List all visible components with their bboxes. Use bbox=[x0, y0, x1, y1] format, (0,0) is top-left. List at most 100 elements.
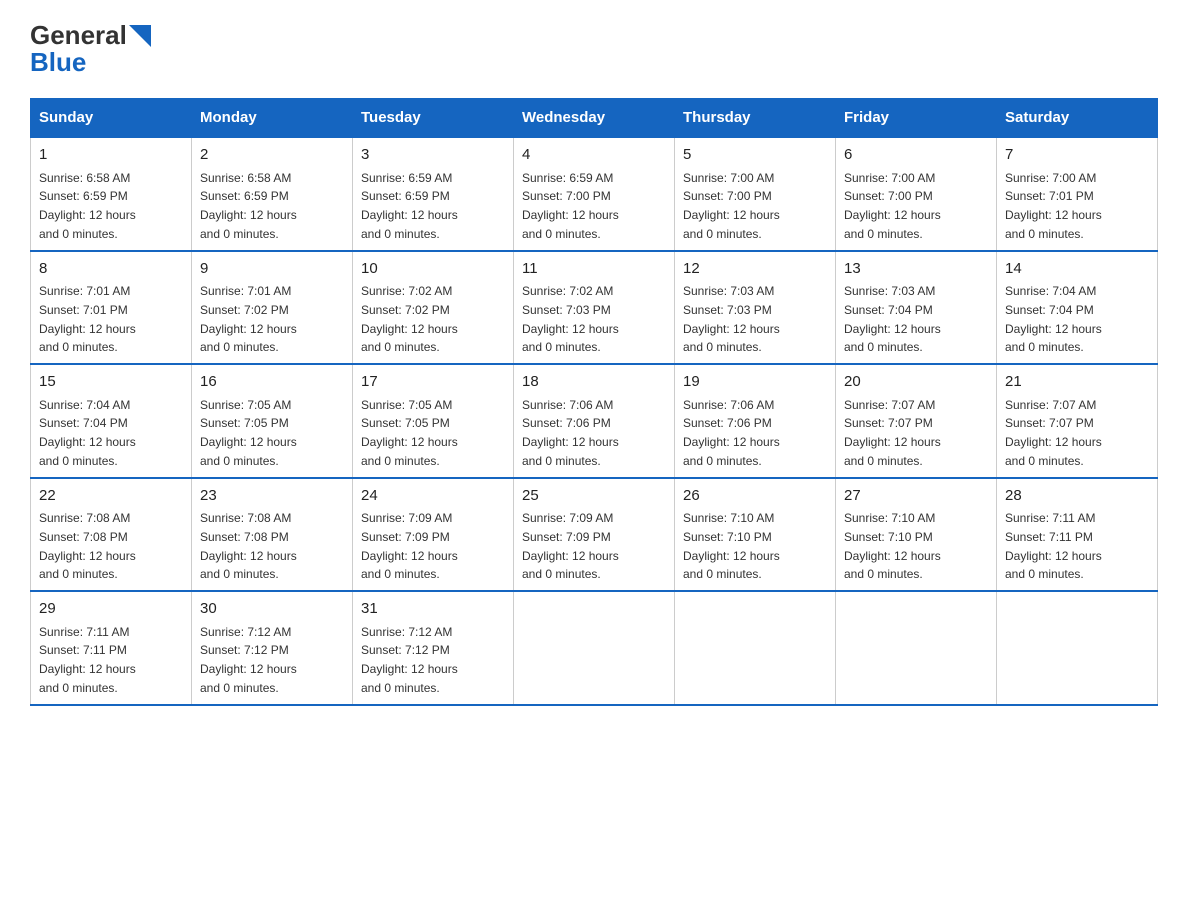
day-number: 23 bbox=[200, 485, 344, 508]
day-number: 17 bbox=[361, 371, 505, 394]
day-number: 12 bbox=[683, 258, 827, 281]
calendar-cell: 15 Sunrise: 7:04 AMSunset: 7:04 PMDayligh… bbox=[31, 364, 192, 478]
page-header: General Blue bbox=[30, 20, 1158, 78]
calendar-cell: 19 Sunrise: 7:06 AMSunset: 7:06 PMDayligh… bbox=[675, 364, 836, 478]
calendar-cell bbox=[675, 591, 836, 705]
day-number: 20 bbox=[844, 371, 988, 394]
day-info: Sunrise: 7:06 AMSunset: 7:06 PMDaylight:… bbox=[683, 398, 780, 468]
calendar-cell: 17 Sunrise: 7:05 AMSunset: 7:05 PMDayligh… bbox=[353, 364, 514, 478]
day-number: 8 bbox=[39, 258, 183, 281]
day-number: 28 bbox=[1005, 485, 1149, 508]
day-number: 1 bbox=[39, 144, 183, 167]
calendar-cell: 31 Sunrise: 7:12 AMSunset: 7:12 PMDayligh… bbox=[353, 591, 514, 705]
logo-blue-text: Blue bbox=[30, 47, 86, 78]
calendar-cell: 5 Sunrise: 7:00 AMSunset: 7:00 PMDaylight… bbox=[675, 137, 836, 251]
day-info: Sunrise: 7:05 AMSunset: 7:05 PMDaylight:… bbox=[200, 398, 297, 468]
day-info: Sunrise: 7:12 AMSunset: 7:12 PMDaylight:… bbox=[200, 625, 297, 695]
day-number: 14 bbox=[1005, 258, 1149, 281]
day-number: 15 bbox=[39, 371, 183, 394]
calendar-cell: 3 Sunrise: 6:59 AMSunset: 6:59 PMDaylight… bbox=[353, 137, 514, 251]
day-number: 4 bbox=[522, 144, 666, 167]
calendar-cell: 2 Sunrise: 6:58 AMSunset: 6:59 PMDaylight… bbox=[192, 137, 353, 251]
day-info: Sunrise: 7:02 AMSunset: 7:03 PMDaylight:… bbox=[522, 284, 619, 354]
day-number: 16 bbox=[200, 371, 344, 394]
day-number: 10 bbox=[361, 258, 505, 281]
calendar-cell: 11 Sunrise: 7:02 AMSunset: 7:03 PMDayligh… bbox=[514, 251, 675, 365]
calendar-cell bbox=[836, 591, 997, 705]
day-info: Sunrise: 7:11 AMSunset: 7:11 PMDaylight:… bbox=[39, 625, 136, 695]
day-info: Sunrise: 7:08 AMSunset: 7:08 PMDaylight:… bbox=[200, 511, 297, 581]
header-day-wednesday: Wednesday bbox=[514, 99, 675, 138]
day-info: Sunrise: 7:11 AMSunset: 7:11 PMDaylight:… bbox=[1005, 511, 1102, 581]
day-number: 30 bbox=[200, 598, 344, 621]
header-day-friday: Friday bbox=[836, 99, 997, 138]
calendar-cell: 12Sunrise: 7:03 AMSunset: 7:03 PMDayligh… bbox=[675, 251, 836, 365]
calendar-cell: 25Sunrise: 7:09 AMSunset: 7:09 PMDayligh… bbox=[514, 478, 675, 592]
calendar-cell: 1 Sunrise: 6:58 AMSunset: 6:59 PMDaylight… bbox=[31, 137, 192, 251]
day-info: Sunrise: 7:02 AMSunset: 7:02 PMDaylight:… bbox=[361, 284, 458, 354]
calendar-week-row: 29Sunrise: 7:11 AMSunset: 7:11 PMDayligh… bbox=[31, 591, 1158, 705]
calendar-cell: 8 Sunrise: 7:01 AMSunset: 7:01 PMDaylight… bbox=[31, 251, 192, 365]
calendar-cell: 26Sunrise: 7:10 AMSunset: 7:10 PMDayligh… bbox=[675, 478, 836, 592]
calendar-week-row: 1 Sunrise: 6:58 AMSunset: 6:59 PMDaylight… bbox=[31, 137, 1158, 251]
calendar-cell: 27 Sunrise: 7:10 AMSunset: 7:10 PMDayligh… bbox=[836, 478, 997, 592]
day-number: 31 bbox=[361, 598, 505, 621]
day-number: 19 bbox=[683, 371, 827, 394]
day-number: 6 bbox=[844, 144, 988, 167]
calendar-cell: 23 Sunrise: 7:08 AMSunset: 7:08 PMDayligh… bbox=[192, 478, 353, 592]
calendar-cell: 16 Sunrise: 7:05 AMSunset: 7:05 PMDayligh… bbox=[192, 364, 353, 478]
calendar-cell: 28 Sunrise: 7:11 AMSunset: 7:11 PMDayligh… bbox=[997, 478, 1158, 592]
day-number: 26 bbox=[683, 485, 827, 508]
calendar-cell: 13 Sunrise: 7:03 AMSunset: 7:04 PMDayligh… bbox=[836, 251, 997, 365]
day-info: Sunrise: 7:00 AMSunset: 7:01 PMDaylight:… bbox=[1005, 171, 1102, 241]
calendar-cell: 6Sunrise: 7:00 AMSunset: 7:00 PMDaylight… bbox=[836, 137, 997, 251]
day-number: 3 bbox=[361, 144, 505, 167]
calendar-table: SundayMondayTuesdayWednesdayThursdayFrid… bbox=[30, 98, 1158, 706]
calendar-week-row: 8 Sunrise: 7:01 AMSunset: 7:01 PMDaylight… bbox=[31, 251, 1158, 365]
day-info: Sunrise: 7:01 AMSunset: 7:02 PMDaylight:… bbox=[200, 284, 297, 354]
calendar-week-row: 15 Sunrise: 7:04 AMSunset: 7:04 PMDayligh… bbox=[31, 364, 1158, 478]
day-info: Sunrise: 7:10 AMSunset: 7:10 PMDaylight:… bbox=[844, 511, 941, 581]
day-number: 9 bbox=[200, 258, 344, 281]
day-info: Sunrise: 7:01 AMSunset: 7:01 PMDaylight:… bbox=[39, 284, 136, 354]
header-day-monday: Monday bbox=[192, 99, 353, 138]
header-day-tuesday: Tuesday bbox=[353, 99, 514, 138]
day-number: 13 bbox=[844, 258, 988, 281]
day-number: 22 bbox=[39, 485, 183, 508]
day-number: 27 bbox=[844, 485, 988, 508]
day-number: 25 bbox=[522, 485, 666, 508]
day-info: Sunrise: 6:58 AMSunset: 6:59 PMDaylight:… bbox=[39, 171, 136, 241]
calendar-cell: 30 Sunrise: 7:12 AMSunset: 7:12 PMDayligh… bbox=[192, 591, 353, 705]
day-number: 18 bbox=[522, 371, 666, 394]
calendar-week-row: 22 Sunrise: 7:08 AMSunset: 7:08 PMDayligh… bbox=[31, 478, 1158, 592]
calendar-cell: 22 Sunrise: 7:08 AMSunset: 7:08 PMDayligh… bbox=[31, 478, 192, 592]
day-info: Sunrise: 7:07 AMSunset: 7:07 PMDaylight:… bbox=[844, 398, 941, 468]
day-info: Sunrise: 7:00 AMSunset: 7:00 PMDaylight:… bbox=[683, 171, 780, 241]
calendar-cell: 24Sunrise: 7:09 AMSunset: 7:09 PMDayligh… bbox=[353, 478, 514, 592]
calendar-cell: 10 Sunrise: 7:02 AMSunset: 7:02 PMDayligh… bbox=[353, 251, 514, 365]
day-number: 21 bbox=[1005, 371, 1149, 394]
calendar-cell: 18 Sunrise: 7:06 AMSunset: 7:06 PMDayligh… bbox=[514, 364, 675, 478]
day-number: 7 bbox=[1005, 144, 1149, 167]
day-info: Sunrise: 7:03 AMSunset: 7:04 PMDaylight:… bbox=[844, 284, 941, 354]
day-info: Sunrise: 6:59 AMSunset: 6:59 PMDaylight:… bbox=[361, 171, 458, 241]
calendar-cell: 4 Sunrise: 6:59 AMSunset: 7:00 PMDaylight… bbox=[514, 137, 675, 251]
day-info: Sunrise: 7:12 AMSunset: 7:12 PMDaylight:… bbox=[361, 625, 458, 695]
header-day-saturday: Saturday bbox=[997, 99, 1158, 138]
day-info: Sunrise: 7:05 AMSunset: 7:05 PMDaylight:… bbox=[361, 398, 458, 468]
calendar-cell: 29Sunrise: 7:11 AMSunset: 7:11 PMDayligh… bbox=[31, 591, 192, 705]
day-number: 11 bbox=[522, 258, 666, 281]
day-info: Sunrise: 7:09 AMSunset: 7:09 PMDaylight:… bbox=[361, 511, 458, 581]
day-info: Sunrise: 7:04 AMSunset: 7:04 PMDaylight:… bbox=[39, 398, 136, 468]
calendar-cell: 14Sunrise: 7:04 AMSunset: 7:04 PMDayligh… bbox=[997, 251, 1158, 365]
day-info: Sunrise: 6:58 AMSunset: 6:59 PMDaylight:… bbox=[200, 171, 297, 241]
day-info: Sunrise: 6:59 AMSunset: 7:00 PMDaylight:… bbox=[522, 171, 619, 241]
calendar-cell bbox=[514, 591, 675, 705]
day-number: 5 bbox=[683, 144, 827, 167]
calendar-cell: 21Sunrise: 7:07 AMSunset: 7:07 PMDayligh… bbox=[997, 364, 1158, 478]
day-info: Sunrise: 7:06 AMSunset: 7:06 PMDaylight:… bbox=[522, 398, 619, 468]
day-number: 2 bbox=[200, 144, 344, 167]
calendar-cell: 7 Sunrise: 7:00 AMSunset: 7:01 PMDaylight… bbox=[997, 137, 1158, 251]
logo: General Blue bbox=[30, 20, 151, 78]
day-info: Sunrise: 7:08 AMSunset: 7:08 PMDaylight:… bbox=[39, 511, 136, 581]
